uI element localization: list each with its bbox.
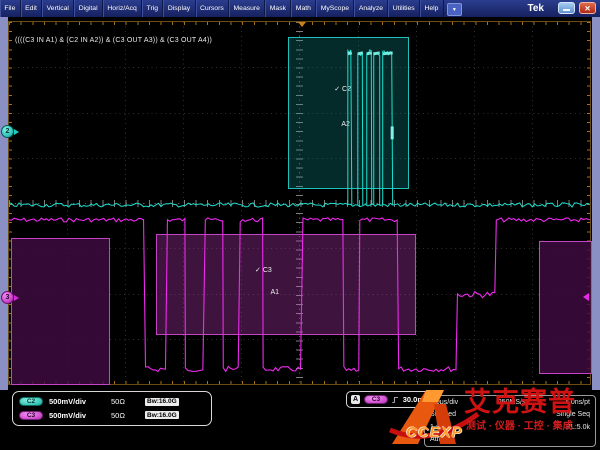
trigger-level-arrow[interactable] (583, 293, 589, 301)
menu-item-math[interactable]: Math (291, 0, 316, 17)
channel-3-bandwidth: Bw:16.0G (145, 411, 179, 419)
chevron-down-icon: ▼ (452, 7, 457, 13)
menu-item-vertical[interactable]: Vertical (42, 0, 74, 17)
menu-item-help[interactable]: Help (420, 0, 444, 17)
menu-item-display[interactable]: Display (163, 0, 195, 17)
menu-item-utilities[interactable]: Utilities (388, 0, 420, 17)
rising-edge-icon (392, 395, 399, 405)
channel-2-termination: 50Ω (111, 397, 139, 406)
channel-3-marker[interactable]: 3 (1, 291, 19, 304)
menu-item-edit[interactable]: Edit (21, 0, 43, 17)
channel-2-scale[interactable]: 500mV/div (49, 397, 105, 406)
sample-rate-value: 250MS/s (498, 399, 526, 406)
acq-row-state: Stopped Single Seq (430, 411, 590, 418)
channel-2-pill[interactable]: C2 (19, 397, 43, 406)
acq-state: Stopped (430, 411, 456, 418)
menu-item-myscope[interactable]: MyScope (316, 0, 354, 17)
left-margin-strip (0, 17, 8, 390)
record-length: RL:5.0k (566, 424, 590, 431)
trigger-source-pill: C3 (364, 395, 388, 404)
menu-items: FileEditVerticalDigitalHoriz/AcqTrigDisp… (0, 0, 444, 17)
channel-2-bubble: 2 (1, 125, 14, 138)
channel-2-arrow-icon (14, 129, 19, 135)
menu-item-analyze[interactable]: Analyze (354, 0, 388, 17)
channel-2-bandwidth: Bw:16.0G (145, 398, 179, 406)
menu-bar: FileEditVerticalDigitalHoriz/AcqTrigDisp… (0, 0, 600, 17)
c2-artifact-blob (391, 126, 394, 139)
waveform-svg (9, 22, 590, 384)
oscilloscope-screen: FileEditVerticalDigitalHoriz/AcqTrigDisp… (0, 0, 600, 450)
channel-3-termination: 50Ω (111, 411, 139, 420)
graticule: ✓ C3A1✓ C2A2 ((((C3 IN A1) & (C2 IN A2))… (8, 21, 591, 385)
trigger-mode: Auto (430, 436, 444, 443)
acq-sequence: Single Seq (556, 411, 590, 418)
channel-3-readout-row: C3 500mV/div 50Ω Bw:16.0G (19, 411, 205, 420)
channel-3-bubble: 3 (1, 291, 14, 304)
trigger-expression-label: ((((C3 IN A1) & (C2 IN A2)) & (C3 OUT A3… (15, 37, 212, 44)
channel-readout-box[interactable]: C2 500mV/div 50Ω Bw:16.0G C3 500mV/div 5… (12, 391, 212, 426)
trigger-a-badge: A (351, 395, 360, 404)
channel-3-scale[interactable]: 500mV/div (49, 411, 105, 420)
menu-overflow-button[interactable]: ▼ (447, 3, 462, 16)
channel-2-marker[interactable]: 2 (1, 125, 19, 138)
timebase-value: 2.0μs/div (430, 399, 458, 406)
acquisition-readout-box: 2.0μs/div 250MS/s 4.0ns/pt Stopped Singl… (424, 395, 596, 447)
channel-3-pill[interactable]: C3 (19, 411, 43, 420)
acq-row-count: 1 acqs RL:5.0k (430, 424, 590, 431)
right-margin-strip (592, 17, 600, 390)
channel-3-arrow-icon (14, 295, 19, 301)
acq-row-timebase: 2.0μs/div 250MS/s 4.0ns/pt (430, 399, 590, 406)
acq-count: 1 acqs (430, 424, 451, 431)
close-icon: ✕ (584, 4, 590, 13)
menu-item-cursors[interactable]: Cursors (196, 0, 230, 17)
tek-logo: Tek (528, 0, 559, 17)
menu-item-trig[interactable]: Trig (142, 0, 163, 17)
trigger-readout-box[interactable]: A C3 30.0mV (346, 391, 434, 408)
menu-item-mask[interactable]: Mask (265, 0, 291, 17)
menu-item-horiz-acq[interactable]: Horiz/Acq (103, 0, 142, 17)
minimize-button[interactable] (558, 2, 575, 14)
sample-interval-value: 4.0ns/pt (565, 399, 590, 406)
acq-row-mode: Auto (430, 436, 590, 443)
menu-item-file[interactable]: File (0, 0, 21, 17)
menu-item-digital[interactable]: Digital (74, 0, 103, 17)
menu-item-measure[interactable]: Measure (229, 0, 265, 17)
close-button[interactable]: ✕ (579, 2, 596, 14)
channel-2-readout-row: C2 500mV/div 50Ω Bw:16.0G (19, 397, 205, 406)
